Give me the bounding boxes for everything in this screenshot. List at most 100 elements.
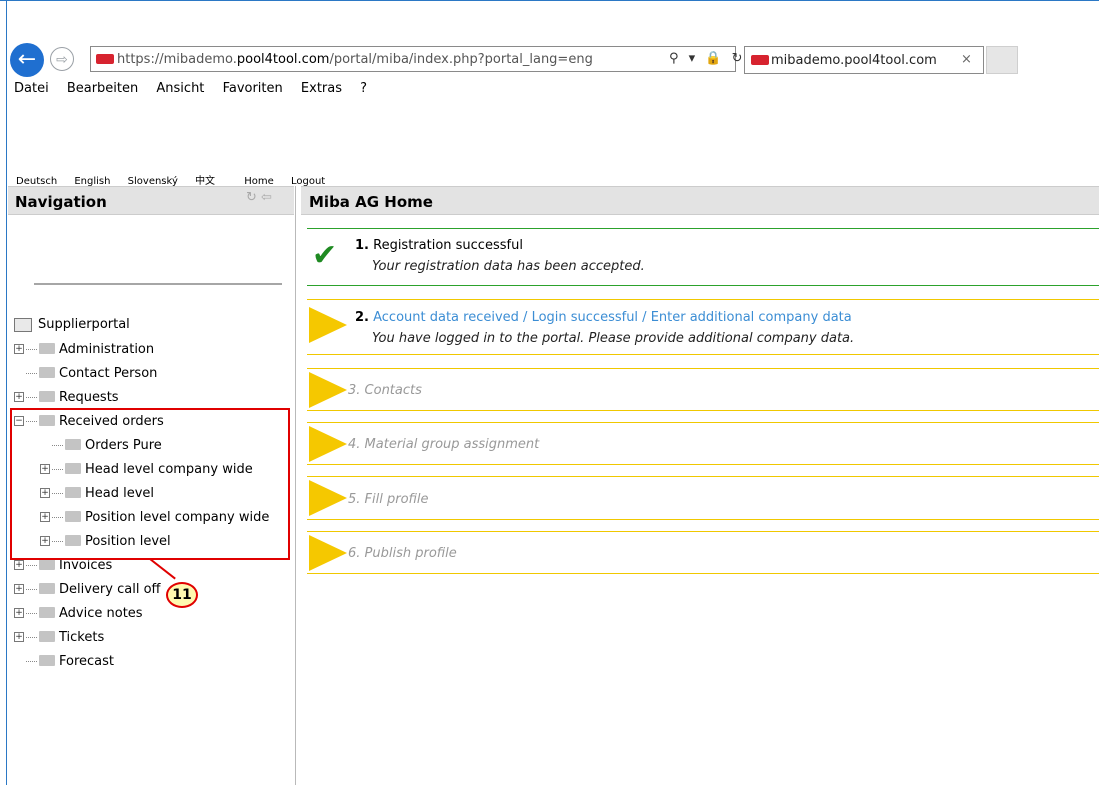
tree-item-label: Delivery call off bbox=[59, 582, 161, 597]
step-2-description: You have logged in to the portal. Please… bbox=[372, 331, 855, 346]
expand-icon[interactable]: + bbox=[14, 607, 24, 618]
portal-top-links: Deutsch English Slovenský 中文 Home Logout bbox=[16, 172, 339, 187]
expand-icon[interactable]: + bbox=[14, 559, 24, 570]
step-divider bbox=[307, 354, 1099, 355]
step-2-link[interactable]: Account data received / Login successful… bbox=[373, 310, 852, 325]
back-arrow-icon: ← bbox=[17, 47, 37, 72]
callout-badge: 11 bbox=[166, 582, 198, 608]
tree-item-label: Advice notes bbox=[59, 606, 143, 621]
step-1-number: 1. bbox=[355, 238, 369, 253]
tab-close-icon[interactable]: × bbox=[961, 52, 972, 67]
step-divider bbox=[307, 285, 1099, 286]
step-divider bbox=[307, 422, 1099, 423]
step-divider bbox=[307, 368, 1099, 369]
page-title: Miba AG Home bbox=[309, 193, 433, 211]
step-4-title: 4. Material group assignment bbox=[348, 437, 540, 452]
tree-connector bbox=[26, 373, 37, 374]
step-divider bbox=[307, 476, 1099, 477]
step-arrow-icon bbox=[309, 535, 347, 571]
menu-help[interactable]: ? bbox=[360, 81, 367, 96]
step-divider bbox=[307, 519, 1099, 520]
refresh-icon[interactable]: ↻ bbox=[246, 190, 257, 205]
step-divider bbox=[307, 531, 1099, 532]
step-divider bbox=[307, 299, 1099, 300]
tree-item-label: Contact Person bbox=[59, 366, 158, 381]
url-suffix: /portal/miba/index.php?portal_lang=eng bbox=[329, 52, 593, 67]
tree-connector bbox=[26, 565, 37, 566]
tree-item-administration[interactable]: + Administration bbox=[14, 340, 154, 360]
panel-splitter[interactable] bbox=[295, 186, 296, 785]
tree-connector bbox=[26, 349, 37, 350]
address-bar[interactable]: https://mibademo.pool4tool.com/portal/mi… bbox=[90, 46, 743, 72]
menu-extras[interactable]: Extras bbox=[301, 81, 342, 96]
new-tab-button[interactable] bbox=[986, 46, 1018, 74]
step-arrow-icon bbox=[309, 307, 347, 343]
tree-connector bbox=[26, 589, 37, 590]
navigation-separator bbox=[34, 283, 282, 285]
portal-root-icon bbox=[14, 317, 32, 332]
callout-pointer bbox=[149, 558, 176, 580]
folder-icon bbox=[39, 343, 55, 354]
forward-button[interactable]: ⇨ bbox=[50, 47, 74, 71]
navigation-header-icons: ↻ ⇦ bbox=[246, 190, 272, 205]
folder-icon bbox=[39, 391, 55, 402]
step-divider bbox=[307, 464, 1099, 465]
tree-item-contact-person[interactable]: Contact Person bbox=[14, 364, 157, 384]
collapse-icon[interactable]: ⇦ bbox=[261, 190, 272, 205]
expand-icon[interactable]: + bbox=[14, 391, 24, 402]
expand-icon[interactable]: + bbox=[14, 631, 24, 642]
tree-item-forecast[interactable]: Forecast bbox=[14, 652, 114, 672]
step-3-title: 3. Contacts bbox=[348, 383, 422, 398]
step-divider bbox=[307, 573, 1099, 574]
folder-icon bbox=[39, 583, 55, 594]
tree-connector bbox=[26, 661, 37, 662]
tree-item-tickets[interactable]: + Tickets bbox=[14, 628, 104, 648]
step-1-title: 1. Registration successful bbox=[355, 238, 523, 253]
tree-root[interactable]: Supplierportal bbox=[14, 315, 130, 335]
tree-item-delivery-call-off[interactable]: + Delivery call off bbox=[14, 580, 160, 600]
tree-root-label: Supplierportal bbox=[38, 317, 130, 332]
menu-ansicht[interactable]: Ansicht bbox=[156, 81, 204, 96]
folder-icon bbox=[39, 367, 55, 378]
menu-favoriten[interactable]: Favoriten bbox=[223, 81, 283, 96]
step-1-label: Registration successful bbox=[373, 238, 523, 253]
forward-arrow-icon: ⇨ bbox=[56, 52, 68, 68]
tree-connector bbox=[26, 397, 37, 398]
highlight-box bbox=[10, 408, 290, 560]
step-2-title[interactable]: 2. Account data received / Login success… bbox=[355, 310, 852, 325]
address-url[interactable]: https://mibademo.pool4tool.com/portal/mi… bbox=[117, 52, 593, 67]
step-2-number: 2. bbox=[355, 310, 369, 325]
step-6-title: 6. Publish profile bbox=[348, 546, 457, 561]
address-bar-icons[interactable]: ⚲ ▾ 🔒 ↻ bbox=[669, 51, 746, 66]
folder-icon bbox=[39, 559, 55, 570]
folder-icon bbox=[39, 655, 55, 666]
expand-icon[interactable]: + bbox=[14, 343, 24, 354]
tab-title: mibademo.pool4tool.com bbox=[771, 53, 937, 68]
step-arrow-icon bbox=[309, 426, 347, 462]
tree-connector bbox=[26, 637, 37, 638]
navigation-title: Navigation bbox=[15, 193, 107, 211]
window-left-border bbox=[6, 0, 7, 785]
url-domain: pool4tool.com bbox=[236, 52, 330, 67]
back-button[interactable]: ← bbox=[10, 43, 44, 77]
window-top-border bbox=[0, 0, 1099, 1]
site-favicon-icon bbox=[96, 54, 114, 64]
menu-bearbeiten[interactable]: Bearbeiten bbox=[67, 81, 138, 96]
step-1-description: Your registration data has been accepted… bbox=[372, 259, 645, 274]
tree-connector bbox=[26, 613, 37, 614]
tab-favicon-icon bbox=[751, 55, 769, 65]
step-arrow-icon bbox=[309, 372, 347, 408]
tree-item-label: Invoices bbox=[59, 558, 113, 573]
menu-datei[interactable]: Datei bbox=[14, 81, 49, 96]
navigation-header: Navigation ↻ ⇦ bbox=[8, 186, 294, 215]
folder-icon bbox=[39, 607, 55, 618]
checkmark-icon: ✔ bbox=[312, 238, 338, 273]
tree-item-label: Requests bbox=[59, 390, 119, 405]
browser-tab[interactable]: mibademo.pool4tool.com × bbox=[744, 46, 984, 74]
tree-item-label: Forecast bbox=[59, 654, 115, 669]
step-divider bbox=[307, 228, 1099, 229]
expand-icon[interactable]: + bbox=[14, 583, 24, 594]
tree-item-advice-notes[interactable]: + Advice notes bbox=[14, 604, 143, 624]
tree-item-requests[interactable]: + Requests bbox=[14, 388, 119, 408]
browser-menubar: Datei Bearbeiten Ansicht Favoriten Extra… bbox=[14, 81, 381, 96]
